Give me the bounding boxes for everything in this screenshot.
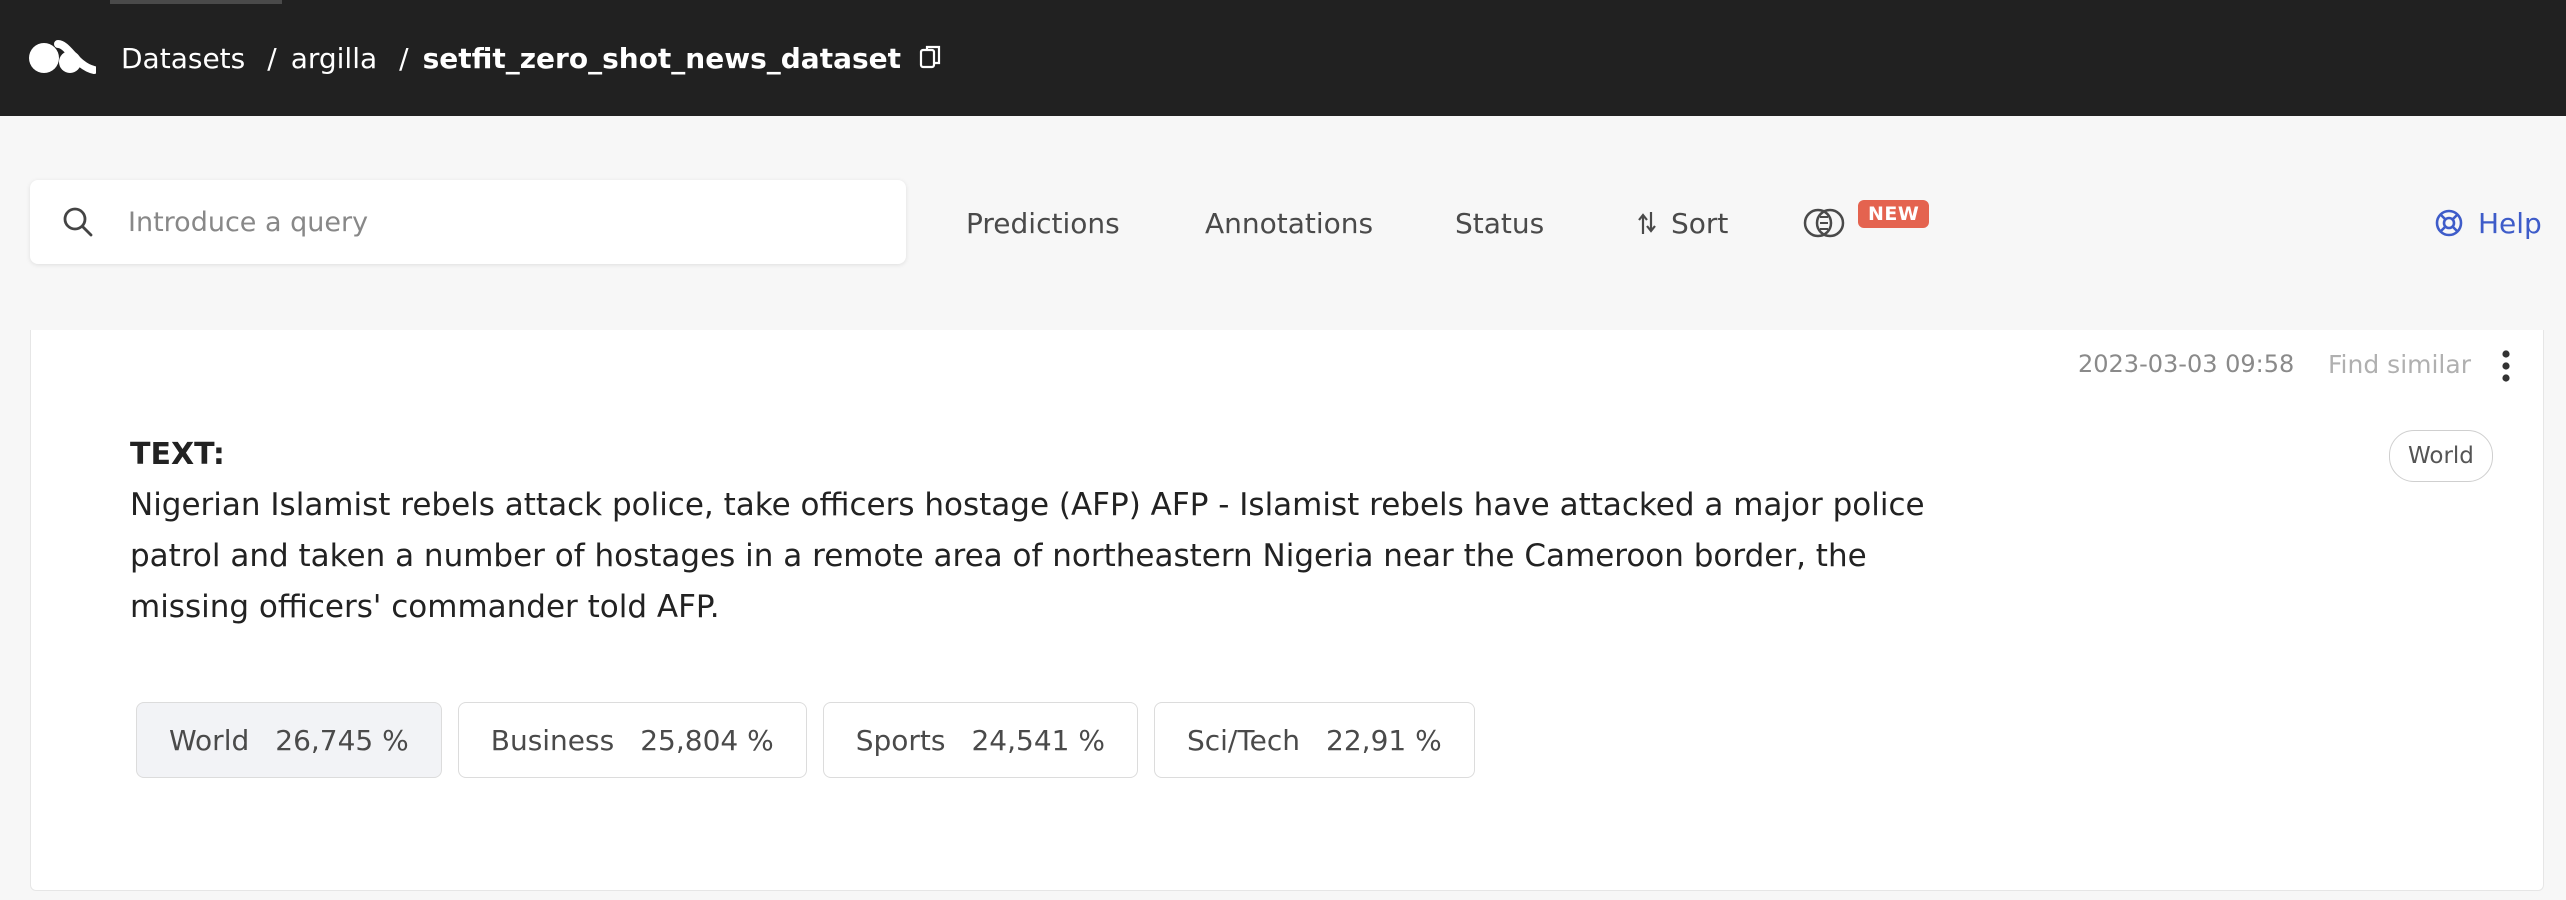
record-timestamp: 2023-03-03 09:58: [2078, 350, 2295, 378]
prediction-score: 25,804 %: [640, 723, 774, 757]
annotations-filter[interactable]: Annotations: [1205, 200, 1373, 246]
prediction-score: 26,745 %: [275, 723, 409, 757]
status-filter[interactable]: Status: [1455, 200, 1544, 246]
argilla-logo-icon[interactable]: [28, 40, 96, 76]
top-bar: Datasets / argilla / setfit_zero_shot_ne…: [0, 0, 2566, 116]
breadcrumb: Datasets / argilla / setfit_zero_shot_ne…: [121, 0, 943, 116]
prediction-score: 22,91 %: [1326, 723, 1442, 757]
find-similar-button[interactable]: Find similar: [2328, 350, 2471, 379]
prediction-label: Sports: [855, 723, 946, 757]
prediction-label: World: [169, 723, 250, 757]
prediction-chip-business[interactable]: Business 25,804 %: [457, 702, 807, 778]
kebab-menu-icon[interactable]: [2494, 346, 2518, 386]
search-input[interactable]: [126, 205, 890, 239]
sort-label: Sort: [1671, 206, 1729, 240]
text-field-label: TEXT:: [130, 437, 225, 472]
record-text: Nigerian Islamist rebels attack police, …: [130, 487, 1925, 625]
help-button[interactable]: Help: [2434, 200, 2542, 246]
prediction-chip-scitech[interactable]: Sci/Tech 22,91 %: [1153, 702, 1475, 778]
new-badge: NEW: [1858, 200, 1930, 228]
breadcrumb-datasets[interactable]: Datasets: [121, 42, 245, 75]
record-text-field: TEXT: Nigerian Islamist rebels attack po…: [130, 437, 1960, 633]
prediction-label: Sci/Tech: [1186, 723, 1301, 757]
prediction-chip-sports[interactable]: Sports 24,541 %: [822, 702, 1138, 778]
similarity-icon: [1803, 208, 1845, 238]
breadcrumb-workspace[interactable]: argilla: [291, 42, 377, 75]
prediction-score: 24,541 %: [971, 723, 1105, 757]
sort-button[interactable]: Sort: [1637, 200, 1728, 246]
help-icon: [2435, 209, 2463, 237]
predictions-filter[interactable]: Predictions: [966, 200, 1120, 246]
annotation-label-chip: World: [2389, 430, 2493, 482]
prediction-label: Business: [490, 723, 615, 757]
breadcrumb-separator: /: [399, 41, 409, 75]
search-icon: [63, 207, 93, 237]
help-label: Help: [2478, 206, 2542, 240]
breadcrumb-separator: /: [267, 41, 277, 75]
prediction-chip-world[interactable]: World 26,745 %: [136, 702, 442, 778]
sort-icon: [1638, 212, 1656, 234]
breadcrumb-dataset-name: setfit_zero_shot_news_dataset: [422, 41, 902, 75]
search-box: [30, 180, 906, 264]
copy-icon[interactable]: [919, 44, 943, 72]
prediction-list: World 26,745 % Business 25,804 % Sports …: [136, 702, 1475, 778]
similarity-filter[interactable]: [1800, 200, 1848, 246]
